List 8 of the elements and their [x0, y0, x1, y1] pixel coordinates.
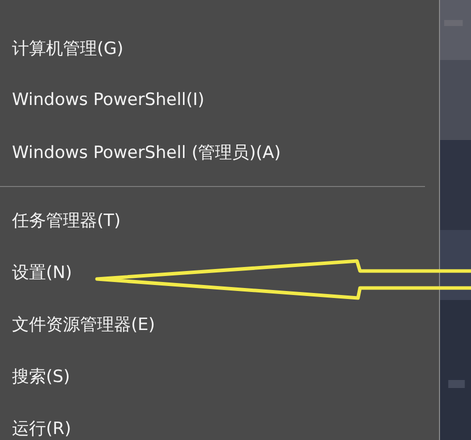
menu-item[interactable]: 任务管理器(T)	[0, 194, 439, 246]
menu-item[interactable]: Windows PowerShell(I)	[0, 74, 439, 126]
menu-item[interactable]: 运行(R)	[0, 402, 439, 440]
menu-item[interactable]: 设置(N)	[0, 246, 439, 298]
menu-item[interactable]: Windows PowerShell (管理员)(A)	[0, 126, 439, 178]
menu-item[interactable]: 计算机管理(G)	[0, 22, 439, 74]
menu-item[interactable]: 搜索(S)	[0, 350, 439, 402]
menu-item[interactable]: 文件资源管理器(E)	[0, 298, 439, 350]
